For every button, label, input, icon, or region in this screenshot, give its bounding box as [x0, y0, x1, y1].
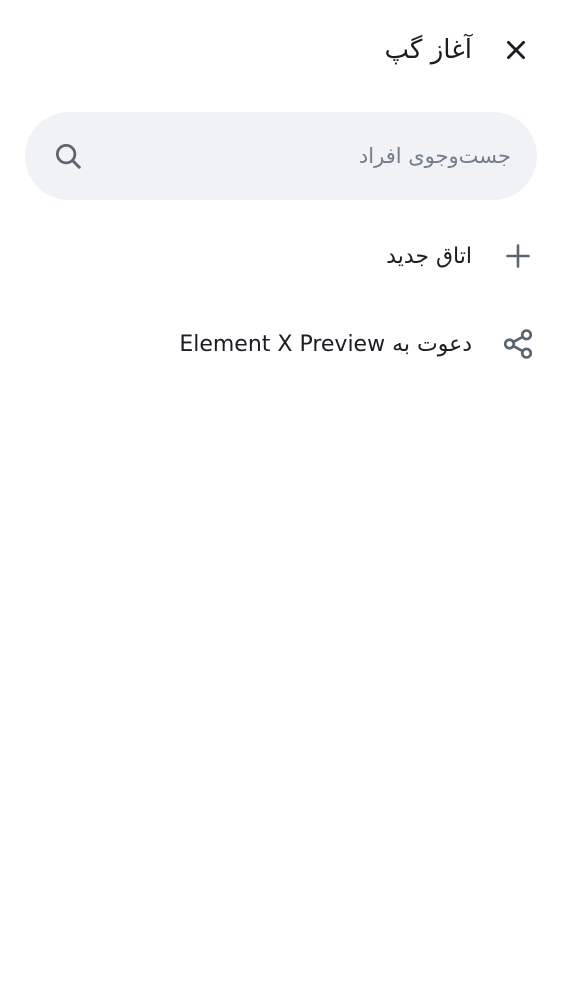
- search-icon[interactable]: [51, 139, 85, 173]
- search-input[interactable]: [85, 144, 511, 168]
- close-icon: [507, 41, 525, 59]
- close-button[interactable]: [496, 30, 536, 70]
- search-bar[interactable]: [25, 112, 537, 200]
- share-icon: [500, 326, 536, 362]
- top-bar: آغاز گپ: [0, 22, 562, 78]
- new-room-button[interactable]: اتاق جدید: [0, 224, 562, 288]
- page-title: آغاز گپ: [384, 35, 472, 65]
- start-chat-screen: آغاز گپ اتاق جدید دعوت به Eleme: [0, 0, 562, 1000]
- new-room-label: اتاق جدید: [386, 243, 472, 269]
- invite-button[interactable]: دعوت به Element X Preview: [0, 312, 562, 376]
- invite-label: دعوت به Element X Preview: [179, 331, 472, 357]
- plus-icon: [500, 238, 536, 274]
